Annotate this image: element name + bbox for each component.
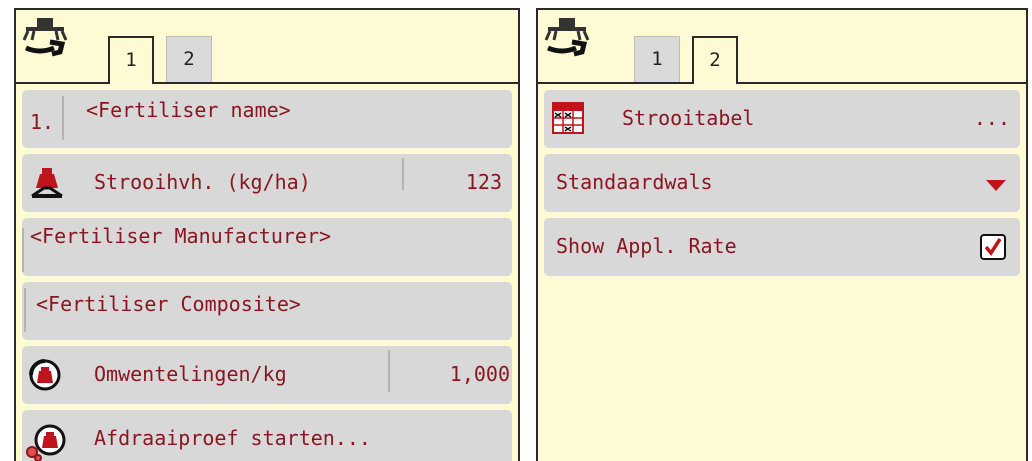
tab-bar: 1 2 [16,10,518,84]
tab-2[interactable]: 2 [166,36,212,82]
spread-table-more-button[interactable]: ... [974,106,1010,130]
application-rate-value: 123 [465,170,502,194]
rotation-weight-icon [29,359,61,391]
tab-1[interactable]: 1 [634,36,680,82]
spreader-wrench-icon [22,18,68,57]
revolutions-per-kg-label: Omwentelingen/kg [94,362,287,386]
fertiliser-manufacturer: <Fertiliser Manufacturer> [30,224,332,248]
application-rate-label: Strooihvh. (kg/ha) [94,170,311,194]
separator [24,288,26,332]
fertiliser-settings-panel-tab1: 1 2 1. <Fertiliser name> Strooihvh. (kg/… [14,8,520,461]
spreader-wrench-icon [544,18,590,57]
roller-selected-value: Standaardwals [556,170,713,194]
revolutions-per-kg-row[interactable]: Omwentelingen/kg 1,000 [22,346,512,404]
calibration-test-row[interactable]: Afdraaiproef starten... [22,410,512,461]
roller-dropdown[interactable]: Standaardwals [544,154,1020,212]
checkmark-icon [984,238,1002,256]
tab-2[interactable]: 2 [692,36,738,84]
manufacturer-row[interactable]: <Fertiliser Manufacturer> [22,218,512,276]
spread-table-label: Strooitabel [622,106,755,130]
show-appl-rate-label: Show Appl. Rate [556,234,737,258]
separator [388,350,390,392]
fertiliser-name-row[interactable]: 1. <Fertiliser name> [22,90,512,148]
calibration-test-label: Afdraaiproef starten... [94,426,371,450]
revolutions-per-kg-value: 1,000 [449,362,510,386]
separator [62,96,64,140]
tab-divider [16,82,518,84]
weight-scale-icon [31,168,63,198]
tab-divider [538,82,1026,84]
separator [22,228,24,272]
fertiliser-name: <Fertiliser name> [86,98,291,122]
fertiliser-index: 1. [30,110,55,134]
application-rate-row[interactable]: Strooihvh. (kg/ha) 123 [22,154,512,212]
fertiliser-composite: <Fertiliser Composite> [36,292,301,316]
checkbox-checked-icon[interactable] [980,234,1006,260]
separator [402,158,404,190]
tab-1[interactable]: 1 [108,36,154,84]
gears-weight-icon [26,424,66,461]
spread-table-row[interactable]: Strooitabel ... [544,90,1020,148]
tab-bar: 1 2 [538,10,1026,84]
spread-table-icon [552,102,584,134]
composite-row[interactable]: <Fertiliser Composite> [22,282,512,340]
fertiliser-settings-panel-tab2: 1 2 Strooitabel ... Standaardwals Show A… [536,8,1028,461]
show-appl-rate-row[interactable]: Show Appl. Rate [544,218,1020,276]
red-triangle-down-icon[interactable] [986,180,1006,191]
